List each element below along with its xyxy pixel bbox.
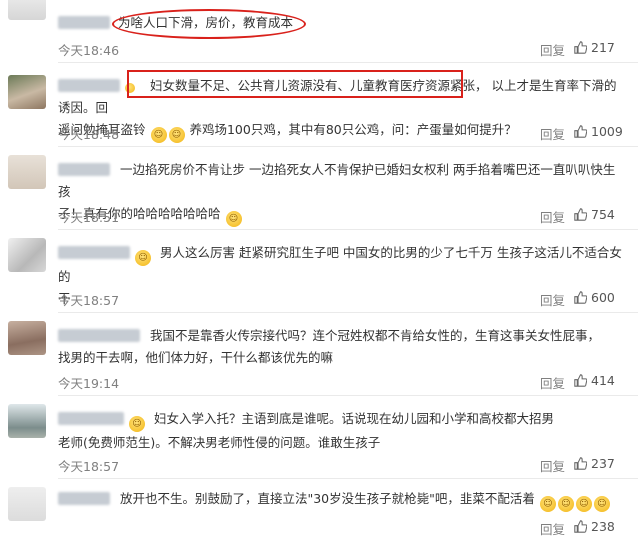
avatar[interactable] xyxy=(8,75,46,109)
timestamp: 今天18:57 xyxy=(58,459,120,474)
comment-text: 放开也不生。别鼓励了，直接立法"30岁没生孩子就枪毙"吧，韭菜不配活着 ☺ ☺ ☺ ☺ xyxy=(58,488,626,512)
reply-button[interactable]: 回复 xyxy=(540,373,565,392)
like-button[interactable]: 237 xyxy=(574,456,615,471)
thumbs-up-icon xyxy=(574,125,587,138)
emoji-face-icon xyxy=(124,83,135,93)
comment-body-line2: 老师(免费师范生)。不解决男老师性侵的问题。谁敢生孩子 xyxy=(58,435,381,450)
reply-button[interactable]: 回复 xyxy=(540,124,565,143)
emoji-face-icon: ☺ xyxy=(225,211,242,227)
emoji-face-icon: ☺ xyxy=(150,127,167,143)
divider xyxy=(58,62,638,63)
comment-body: 妇女入学入托？主语到底是谁呢。话说现在幼儿园和小学和高校都大招男 xyxy=(153,411,554,426)
like-count: 600 xyxy=(591,290,615,305)
reply-button[interactable]: 回复 xyxy=(540,207,565,226)
like-count: 237 xyxy=(591,456,615,471)
comment-text: 为啥人口下滑，房价，教育成本 xyxy=(58,12,626,34)
comment-body-highlight: 妇女数量不足、公共育儿资源没有、儿童教育医疗资源紧张， xyxy=(149,78,488,93)
reply-button[interactable]: 回复 xyxy=(540,290,565,309)
like-count: 754 xyxy=(591,207,615,222)
emoji-face-icon: ☺ xyxy=(539,496,556,512)
avatar[interactable] xyxy=(8,0,46,20)
emoji-face-icon: ☺ xyxy=(575,496,592,512)
emoji-face-icon: ☺ xyxy=(593,496,610,512)
divider xyxy=(58,312,638,313)
like-count: 1009 xyxy=(591,124,623,139)
username-redacted[interactable] xyxy=(58,163,110,176)
like-count: 414 xyxy=(591,373,615,388)
comment-text: 我国不是靠香火传宗接代吗？连个冠姓权都不肯给女性的，生育这事关女性屁事， 找男的… xyxy=(58,325,626,369)
comment-body: 放开也不生。别鼓励了，直接立法"30岁没生孩子就枪毙"吧，韭菜不配活着 xyxy=(119,491,535,506)
thumbs-up-icon xyxy=(574,41,587,54)
thumbs-up-icon xyxy=(574,291,587,304)
timestamp: 今天18:51 xyxy=(58,210,120,225)
comment-body: 为啥人口下滑，房价，教育成本 xyxy=(117,15,293,30)
avatar[interactable] xyxy=(8,487,46,521)
like-button[interactable]: 217 xyxy=(574,40,615,55)
emoji-face-icon: ☺ xyxy=(128,416,145,432)
thumbs-up-icon xyxy=(574,208,587,221)
divider xyxy=(58,229,638,230)
username-redacted[interactable] xyxy=(58,246,130,259)
like-count: 217 xyxy=(591,40,615,55)
like-button[interactable]: 238 xyxy=(574,519,615,534)
like-button[interactable]: 414 xyxy=(574,373,615,388)
timestamp: 今天18:46 xyxy=(58,43,120,58)
emoji-face-icon: ☺ xyxy=(134,250,151,266)
thumbs-up-icon xyxy=(574,457,587,470)
comment-body-line2b: 养鸡场100只鸡，其中有80只公鸡，问：产蛋量如何提升？ xyxy=(189,122,517,137)
emoji-face-icon: ☺ xyxy=(557,496,574,512)
username-redacted[interactable] xyxy=(58,79,120,92)
reply-button[interactable]: 回复 xyxy=(540,40,565,59)
emoji-face-icon: ☺ xyxy=(168,127,185,143)
avatar[interactable] xyxy=(8,238,46,272)
like-button[interactable]: 754 xyxy=(574,207,615,222)
avatar[interactable] xyxy=(8,155,46,189)
timestamp: 今天18:48 xyxy=(58,127,120,142)
divider xyxy=(58,146,638,147)
divider xyxy=(58,478,638,479)
divider xyxy=(58,395,638,396)
thumbs-up-icon xyxy=(574,374,587,387)
username-redacted[interactable] xyxy=(58,492,110,505)
comment-body-line2: 找男的干去啊，他们体力好，干什么都该优先的嘛 xyxy=(58,350,334,365)
username-redacted[interactable] xyxy=(58,412,124,425)
comment-text: ☺ 妇女入学入托？主语到底是谁呢。话说现在幼儿园和小学和高校都大招男 老师(免费… xyxy=(58,408,626,454)
username-redacted[interactable] xyxy=(58,16,110,29)
timestamp: 今天19:14 xyxy=(58,376,120,391)
comment-body: 我国不是靠香火传宗接代吗？连个冠姓权都不肯给女性的，生育这事关女性屁事， xyxy=(149,328,600,343)
like-button[interactable]: 1009 xyxy=(574,124,623,139)
like-count: 238 xyxy=(591,519,615,534)
comment-body: 一边掐死房价不肯让步 一边掐死女人不肯保护已婚妇女权利 两手掐着嘴巴还一直叭叭快… xyxy=(58,162,616,199)
like-button[interactable]: 600 xyxy=(574,290,615,305)
thumbs-up-icon xyxy=(574,520,587,533)
avatar[interactable] xyxy=(8,404,46,438)
reply-button[interactable]: 回复 xyxy=(540,456,565,475)
avatar[interactable] xyxy=(8,321,46,355)
username-redacted[interactable] xyxy=(58,329,140,342)
reply-button[interactable]: 回复 xyxy=(540,519,565,538)
timestamp: 今天18:57 xyxy=(58,293,120,308)
